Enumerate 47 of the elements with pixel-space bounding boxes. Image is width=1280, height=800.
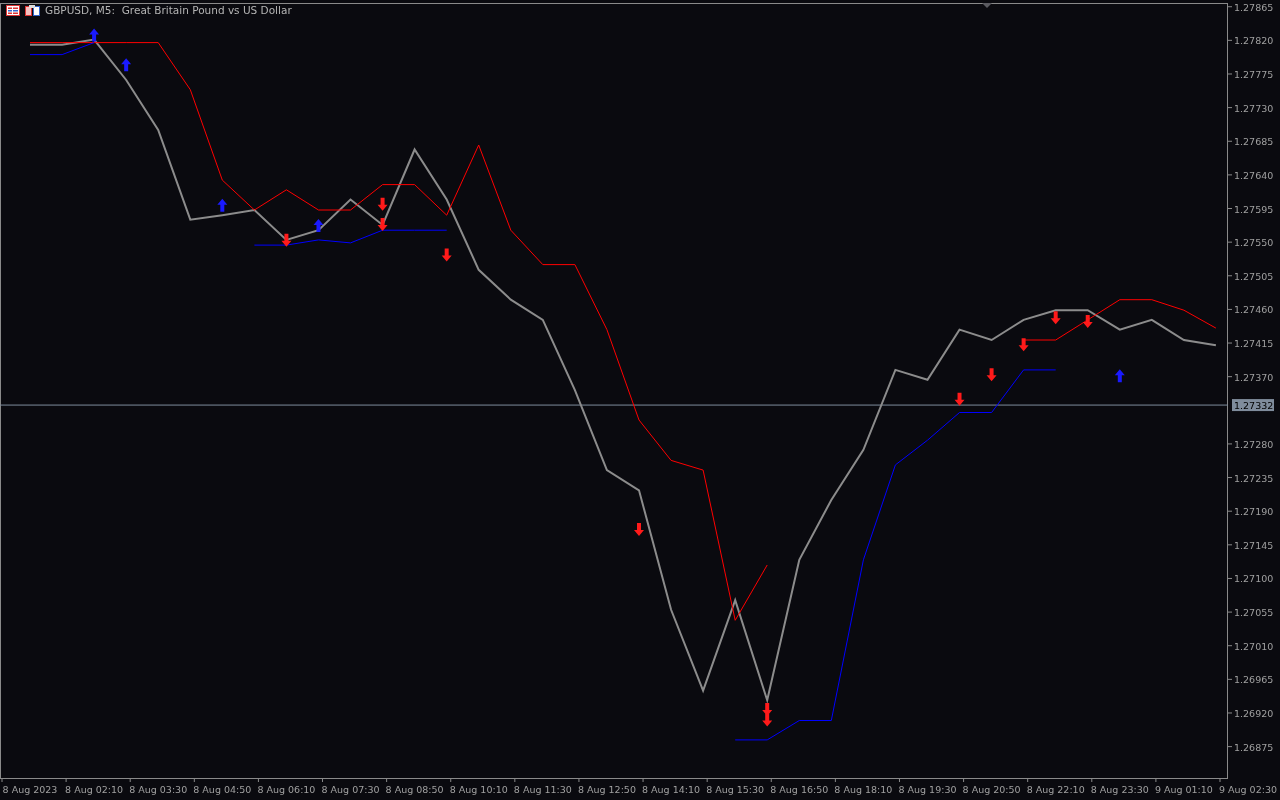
price-axis-label: 1.27865 (1234, 1, 1274, 13)
price-axis-label: 1.26965 (1234, 674, 1274, 686)
price-axis-label: 1.27280 (1234, 438, 1274, 450)
chart-title: GBPUSD, M5: Great Britain Pound vs US Dollar (45, 4, 292, 16)
time-axis-label: 8 Aug 15:30 (706, 784, 765, 795)
time-axis-label: 8 Aug 06:10 (257, 784, 316, 795)
price-axis-label: 1.27370 (1234, 371, 1274, 383)
chart-shift-icon (982, 3, 992, 8)
time-axis-label: 8 Aug 02:10 (65, 784, 124, 795)
time-axis-label: 8 Aug 11:30 (513, 784, 572, 795)
price-axis-label: 1.27685 (1234, 136, 1274, 148)
time-axis-label: 8 Aug 20:50 (962, 784, 1021, 795)
price-axis-label: 1.27235 (1234, 472, 1274, 484)
chart-window-icon (25, 4, 40, 16)
table-icon (6, 4, 20, 16)
price-axis-label: 1.26875 (1234, 741, 1274, 753)
price-axis-label: 1.27595 (1234, 203, 1274, 215)
price-axis-label: 1.27415 (1234, 338, 1274, 350)
price-axis-label: 1.27820 (1234, 35, 1274, 47)
price-axis-label: 1.27055 (1234, 607, 1274, 619)
price-axis-label: 1.27775 (1234, 69, 1274, 80)
time-axis-label: 8 Aug 2023 (2, 784, 58, 795)
time-axis-label: 8 Aug 22:10 (1026, 784, 1085, 795)
price-axis-label: 1.27190 (1234, 506, 1274, 518)
time-axis-label: 8 Aug 23:30 (1090, 784, 1149, 795)
price-axis-label: 1.27100 (1234, 573, 1274, 585)
time-axis-label: 8 Aug 14:10 (642, 784, 701, 795)
price-axis-label: 1.27010 (1234, 640, 1274, 652)
time-axis-label: 9 Aug 02:30 (1219, 784, 1277, 795)
price-axis-label: 1.27730 (1234, 102, 1274, 114)
price-axis-label: 1.27460 (1234, 304, 1274, 316)
time-axis-label: 8 Aug 19:30 (898, 784, 957, 795)
price-axis-label: 1.27550 (1234, 237, 1274, 249)
time-axis-label: 8 Aug 12:50 (577, 784, 636, 795)
time-axis-label: 8 Aug 07:30 (321, 784, 380, 795)
current-price-label: 1.27332 (1232, 399, 1274, 412)
price-axis-label: 1.26920 (1234, 708, 1274, 719)
time-axis-label: 8 Aug 04:50 (193, 784, 252, 795)
time-axis-label: 8 Aug 08:50 (385, 784, 444, 795)
time-axis-label: 8 Aug 03:30 (129, 784, 188, 795)
time-axis-label: 8 Aug 16:50 (770, 784, 829, 795)
time-axis-label: 8 Aug 18:10 (834, 784, 893, 795)
price-axis-label: 1.27505 (1234, 270, 1274, 282)
time-axis-label: 9 Aug 01:10 (1154, 784, 1213, 795)
price-axis-label: 1.27145 (1234, 539, 1274, 551)
time-axis-label: 8 Aug 10:10 (449, 784, 508, 795)
price-axis-label: 1.27640 (1234, 169, 1274, 181)
